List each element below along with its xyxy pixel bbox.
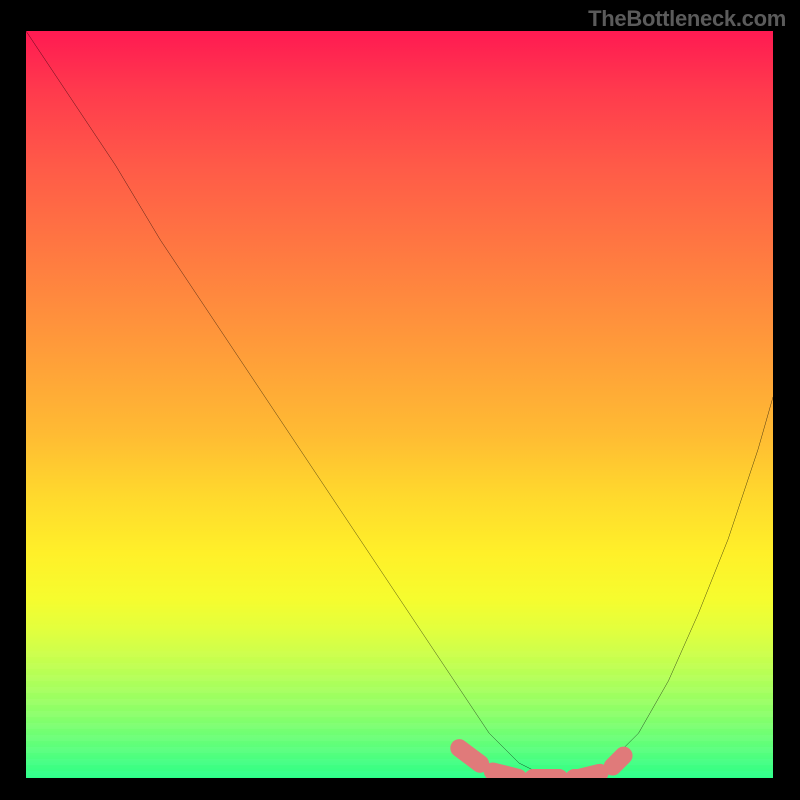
curve-overlay [26,31,773,778]
optimal-zone-highlight [459,748,623,778]
plot-area [26,31,773,778]
figure-root: TheBottleneck.com [0,0,800,800]
watermark-text: TheBottleneck.com [588,6,786,32]
bottleneck-curve [26,31,773,778]
